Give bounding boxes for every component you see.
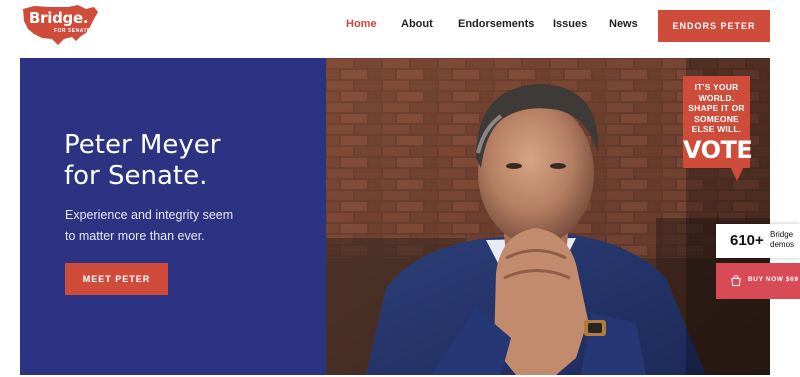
vote-sign-tail [731,168,743,181]
logo-wordmark: Bridge. [29,9,89,27]
nav-item-endorsements[interactable]: Endorsements [458,18,534,30]
shopping-bag-icon [731,275,741,286]
vote-sign: IT'S YOUR WORLD. SHAPE IT OR SOMEONE ELS… [683,76,753,168]
vote-sign-line: SHAPE IT OR [688,103,745,113]
hero-section: Peter Meyer for Senate. Experience and i… [20,58,770,375]
hero-subtitle: Experience and integrity seem to matter … [65,205,275,247]
buy-now-label: BUY NOW $69 [748,276,799,283]
vote-sign-line: SOMEONE [694,113,739,124]
hero-subtitle-line2: to matter more than ever. [65,229,205,243]
demos-label: Bridge demos [770,230,798,250]
hero-title: Peter Meyer for Senate. [64,130,304,192]
demos-label-line2: demos [770,240,795,249]
hero-subtitle-line1: Experience and integrity seem [65,208,234,222]
bridge-logo[interactable]: Bridge. FOR SENATE [20,3,100,47]
demos-badge[interactable]: 610+ Bridge demos [716,224,800,258]
nav-item-about[interactable]: About [401,18,433,30]
demos-count: 610+ [730,232,764,249]
hero-panel: Peter Meyer for Senate. Experience and i… [20,58,326,375]
vote-sign-line: IT'S YOUR [694,82,739,92]
demos-label-line1: Bridge [770,230,794,239]
hero-title-line1: Peter Meyer [64,130,221,160]
vote-sign-headline: VOTE [683,136,753,164]
vote-sign-line: ELSE WILL. [691,124,742,134]
endorse-peter-button[interactable]: ENDORS PETER [658,10,770,42]
nav-item-issues[interactable]: Issues [553,18,587,30]
vote-sign-line: WORLD. [698,92,735,103]
nav-item-home[interactable]: Home [346,18,377,30]
vote-sign-text: IT'S YOUR WORLD. SHAPE IT OR SOMEONE ELS… [683,82,750,135]
site-header: Bridge. FOR SENATE Home About Endorsemen… [0,0,800,52]
logo-subtext: FOR SENATE [54,28,91,34]
nav-item-news[interactable]: News [609,18,638,30]
hero-title-line2: for Senate. [64,161,208,191]
buy-now-button[interactable]: BUY NOW $69 [716,263,800,299]
meet-peter-button[interactable]: MEET PETER [65,263,168,295]
